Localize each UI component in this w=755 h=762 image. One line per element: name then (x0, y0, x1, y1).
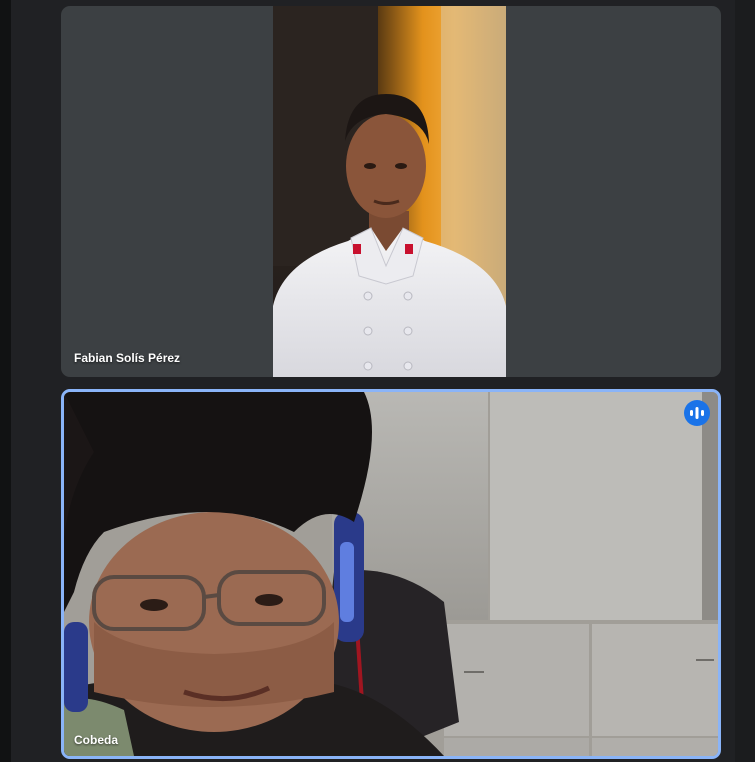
speaking-indicator[interactable] (684, 400, 710, 426)
participant-tile-fabian[interactable]: Fabian Solís Pérez (61, 6, 721, 377)
participant-name: Cobeda (74, 733, 119, 747)
participant-video (273, 6, 506, 377)
video-frame (273, 6, 506, 377)
left-edge (0, 0, 11, 762)
right-edge (735, 0, 755, 762)
participant-tile-cobeda[interactable]: Cobeda (61, 389, 721, 759)
meeting-stage: Fabian Solís Pérez Cobeda (0, 0, 755, 762)
participant-video (64, 392, 718, 756)
audio-level-icon (690, 407, 704, 419)
participant-name: Fabian Solís Pérez (74, 351, 181, 365)
